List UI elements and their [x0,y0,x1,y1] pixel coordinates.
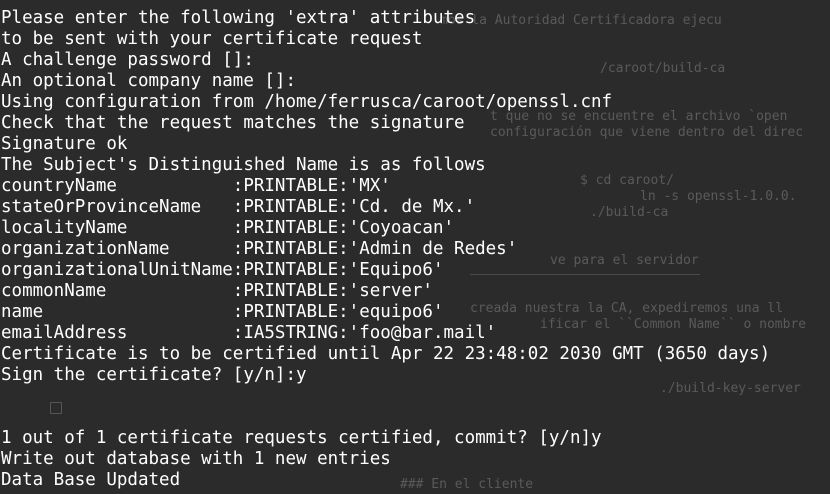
terminal-line: Signature ok [1,134,128,154]
terminal-line: countryName :PRINTABLE:'MX' [1,176,391,196]
terminal-line: stateOrProvinceName :PRINTABLE:'Cd. de M… [1,197,476,217]
terminal-line: emailAddress :IA5STRING:'foo@bar.mail' [1,323,497,343]
terminal-line: Sign the certificate? [y/n]:y [1,365,307,385]
terminal-line: organizationName :PRINTABLE:'Admin de Re… [1,239,518,259]
terminal-line: name :PRINTABLE:'equipo6' [1,302,444,322]
terminal-line: to be sent with your certificate request [1,29,423,49]
terminal-line: localityName :PRINTABLE:'Coyoacan' [1,218,455,238]
terminal-line: Data Base Updated [1,470,181,490]
terminal-line: A challenge password []: [1,50,254,70]
terminal-line: commonName :PRINTABLE:'server' [1,281,433,301]
terminal-line: Certificate is to be certified until Apr… [1,344,771,364]
terminal-line: 1 out of 1 certificate requests certifie… [1,428,602,448]
terminal-line: organizationalUnitName:PRINTABLE:'Equipo… [1,260,444,280]
terminal-line: Write out database with 1 new entries [1,449,391,469]
terminal-line: The Subject's Distinguished Name is as f… [1,155,486,175]
terminal-output: Please enter the following 'extra' attri… [1,8,770,491]
terminal-line: Please enter the following 'extra' attri… [1,8,476,28]
terminal-line: An optional company name []: [1,71,297,91]
terminal-line: Using configuration from /home/ferrusca/… [1,92,613,112]
terminal-line: Check that the request matches the signa… [1,113,465,133]
terminal-window[interactable]: mos la Autoridad Certificadora ejecu /ca… [0,0,830,494]
